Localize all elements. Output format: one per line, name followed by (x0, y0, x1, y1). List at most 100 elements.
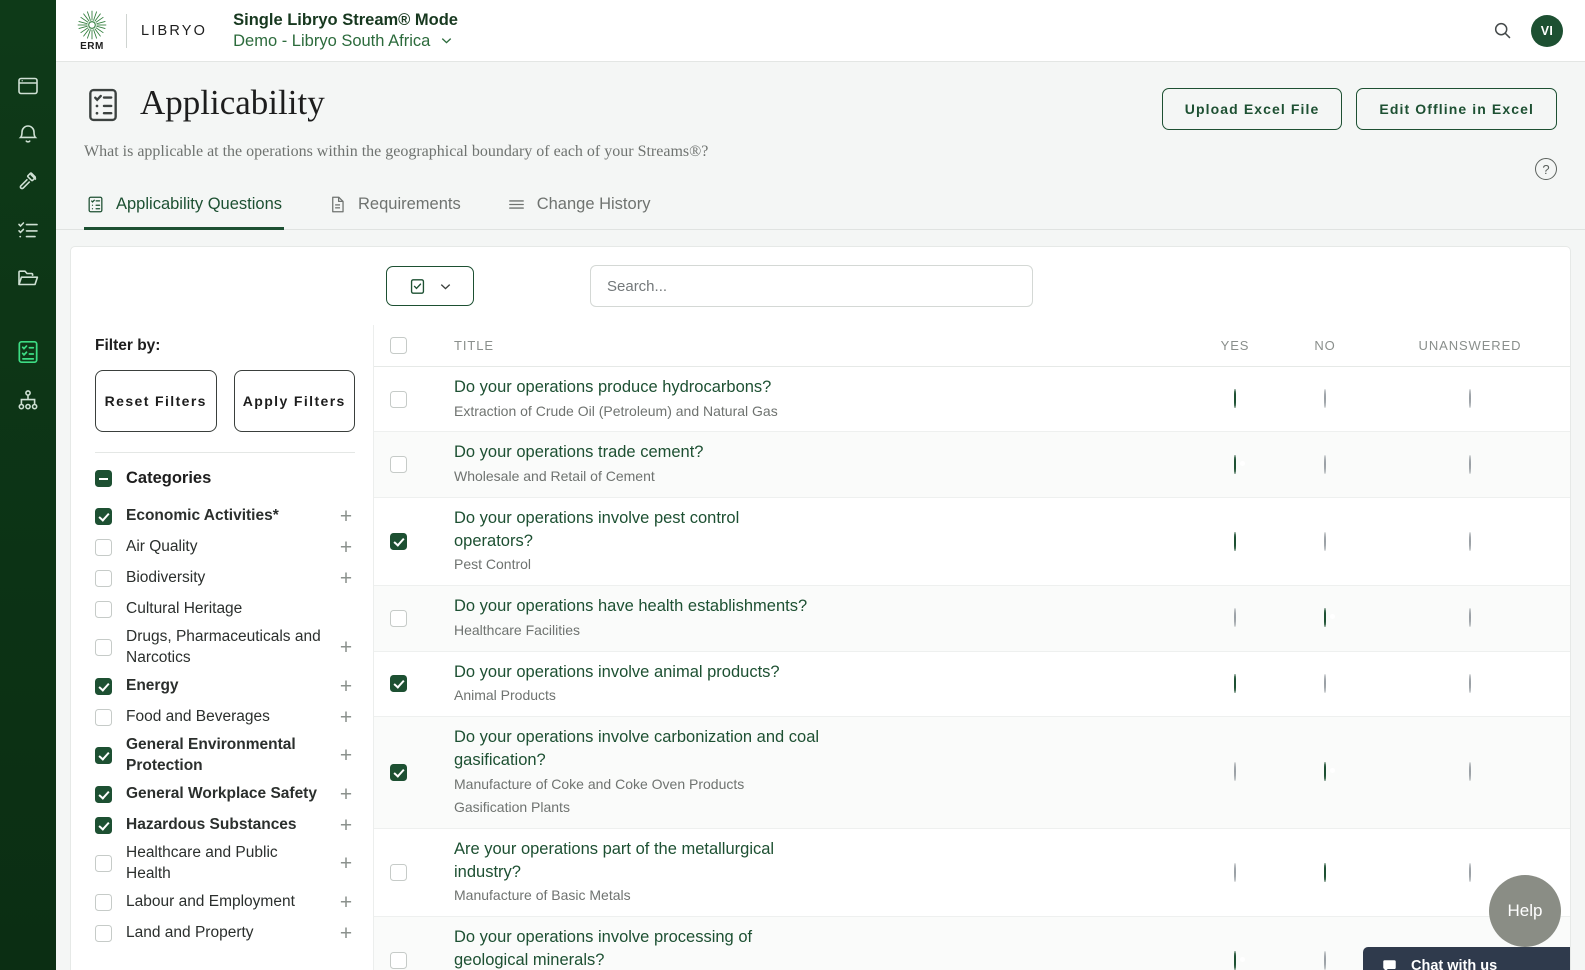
stream-selector[interactable]: Single Libryo Stream® Mode Demo - Libryo… (233, 10, 458, 50)
filter-category-checkbox[interactable] (95, 570, 112, 587)
tab-change-history[interactable]: Change History (505, 189, 653, 230)
filter-category-row[interactable]: Land and Property + (95, 918, 355, 949)
question-title[interactable]: Do your operations involve carbonization… (454, 726, 822, 772)
expand-category-icon[interactable]: + (337, 815, 355, 836)
row-select-checkbox[interactable] (390, 864, 407, 882)
search-box[interactable] (590, 265, 1033, 307)
upload-excel-button[interactable]: Upload Excel File (1161, 88, 1343, 130)
tab-requirements[interactable]: Requirements (326, 189, 463, 230)
applicability-icon[interactable] (0, 328, 56, 376)
filter-category-checkbox[interactable] (95, 747, 112, 765)
folder-icon[interactable] (0, 254, 56, 302)
row-select-checkbox[interactable] (390, 952, 407, 970)
expand-category-icon[interactable]: + (337, 745, 355, 766)
expand-category-icon[interactable]: + (337, 506, 355, 527)
categories-group-checkbox[interactable] (95, 470, 112, 487)
filter-category-checkbox[interactable] (95, 816, 112, 834)
radio-yes[interactable] (1234, 389, 1236, 409)
filter-category-row[interactable]: Air Quality + (95, 532, 355, 563)
filter-category-row[interactable]: Energy + (95, 671, 355, 702)
radio-yes[interactable] (1234, 862, 1236, 882)
bell-icon[interactable] (0, 110, 56, 158)
expand-category-icon[interactable]: + (337, 853, 355, 874)
question-title[interactable]: Do your operations involve pest control … (454, 507, 822, 553)
expand-category-icon[interactable]: + (337, 537, 355, 558)
filter-category-row[interactable]: General Environmental Protection + (95, 733, 355, 779)
question-title[interactable]: Do your operations involve processing of… (454, 926, 822, 970)
radio-yes[interactable] (1234, 531, 1236, 551)
radio-no[interactable] (1324, 608, 1326, 628)
radio-yes[interactable] (1234, 950, 1236, 970)
table-row[interactable]: Do your operations involve pest control … (374, 498, 1570, 587)
table-row[interactable]: Do your operations involve carbonization… (374, 717, 1570, 829)
radio-unanswered[interactable] (1469, 531, 1471, 551)
edit-offline-button[interactable]: Edit Offline in Excel (1356, 88, 1557, 130)
row-select-checkbox[interactable] (390, 456, 407, 474)
help-question-icon[interactable]: ? (1535, 158, 1557, 180)
gavel-icon[interactable] (0, 158, 56, 206)
table-row[interactable]: Do your operations involve animal produc… (374, 652, 1570, 718)
radio-yes[interactable] (1234, 762, 1236, 782)
dashboard-icon[interactable] (0, 62, 56, 110)
radio-no[interactable] (1324, 673, 1326, 693)
filter-category-row[interactable]: Healthcare and Public Health + (95, 841, 355, 887)
radio-unanswered[interactable] (1469, 673, 1471, 693)
filter-category-row[interactable]: Economic Activities* + (95, 501, 355, 532)
table-row[interactable]: Do your operations have health establish… (374, 586, 1570, 652)
bulk-select-dropdown[interactable] (386, 266, 474, 306)
categories-group-header[interactable]: Categories (95, 469, 355, 488)
row-select-checkbox[interactable] (390, 763, 407, 781)
table-row[interactable]: Are your operations part of the metallur… (374, 829, 1570, 918)
filter-category-checkbox[interactable] (95, 677, 112, 695)
filter-category-checkbox[interactable] (95, 539, 112, 556)
question-title[interactable]: Do your operations trade cement? (454, 441, 822, 464)
filter-category-checkbox[interactable] (95, 893, 112, 911)
row-select-checkbox[interactable] (390, 390, 407, 408)
row-select-checkbox[interactable] (390, 675, 407, 693)
question-title[interactable]: Do your operations produce hydrocarbons? (454, 376, 822, 399)
radio-no[interactable] (1324, 389, 1326, 409)
expand-category-icon[interactable]: + (337, 568, 355, 589)
radio-yes[interactable] (1234, 454, 1236, 474)
filter-category-checkbox[interactable] (95, 639, 112, 657)
search-input[interactable] (607, 277, 1016, 295)
stream-name-dropdown[interactable]: Demo - Libryo South Africa (233, 31, 458, 51)
row-select-checkbox[interactable] (390, 533, 407, 551)
filter-category-checkbox[interactable] (95, 508, 112, 525)
radio-no[interactable] (1324, 531, 1326, 551)
question-title[interactable]: Are your operations part of the metallur… (454, 838, 822, 884)
radio-no[interactable] (1324, 762, 1326, 782)
filter-category-row[interactable]: Labour and Employment + (95, 887, 355, 918)
filter-category-checkbox[interactable] (95, 785, 112, 803)
apply-filters-button[interactable]: Apply Filters (233, 370, 355, 432)
filter-category-row[interactable]: General Workplace Safety + (95, 779, 355, 810)
filter-category-row[interactable]: Food and Beverages + (95, 702, 355, 733)
question-title[interactable]: Do your operations involve animal produc… (454, 661, 822, 684)
chat-with-us-button[interactable]: Chat with us (1363, 947, 1570, 970)
filter-category-row[interactable]: Drugs, Pharmaceuticals and Narcotics + (95, 625, 355, 671)
radio-unanswered[interactable] (1469, 389, 1471, 409)
org-chart-icon[interactable] (0, 376, 56, 424)
radio-unanswered[interactable] (1469, 862, 1471, 882)
radio-unanswered[interactable] (1469, 454, 1471, 474)
help-button[interactable]: Help (1489, 875, 1561, 947)
radio-yes[interactable] (1234, 673, 1236, 693)
table-row[interactable]: Do your operations produce hydrocarbons?… (374, 367, 1570, 433)
radio-unanswered[interactable] (1469, 762, 1471, 782)
filter-category-checkbox[interactable] (95, 601, 112, 618)
expand-category-icon[interactable]: + (337, 784, 355, 805)
filter-category-row[interactable]: Biodiversity + (95, 563, 355, 594)
table-row[interactable]: Do your operations trade cement? Wholesal… (374, 432, 1570, 498)
expand-category-icon[interactable]: + (337, 892, 355, 913)
expand-category-icon[interactable]: + (337, 923, 355, 944)
radio-unanswered[interactable] (1469, 608, 1471, 628)
expand-category-icon[interactable]: + (337, 707, 355, 728)
reset-filters-button[interactable]: Reset Filters (95, 370, 217, 432)
expand-category-icon[interactable]: + (337, 676, 355, 697)
row-select-checkbox[interactable] (390, 609, 407, 627)
filter-category-row[interactable]: Hazardous Substances + (95, 810, 355, 841)
filter-category-row[interactable]: Cultural Heritage (95, 594, 355, 625)
select-all-checkbox[interactable] (390, 337, 407, 354)
question-title[interactable]: Do your operations have health establish… (454, 595, 822, 618)
tasklist-icon[interactable] (0, 206, 56, 254)
